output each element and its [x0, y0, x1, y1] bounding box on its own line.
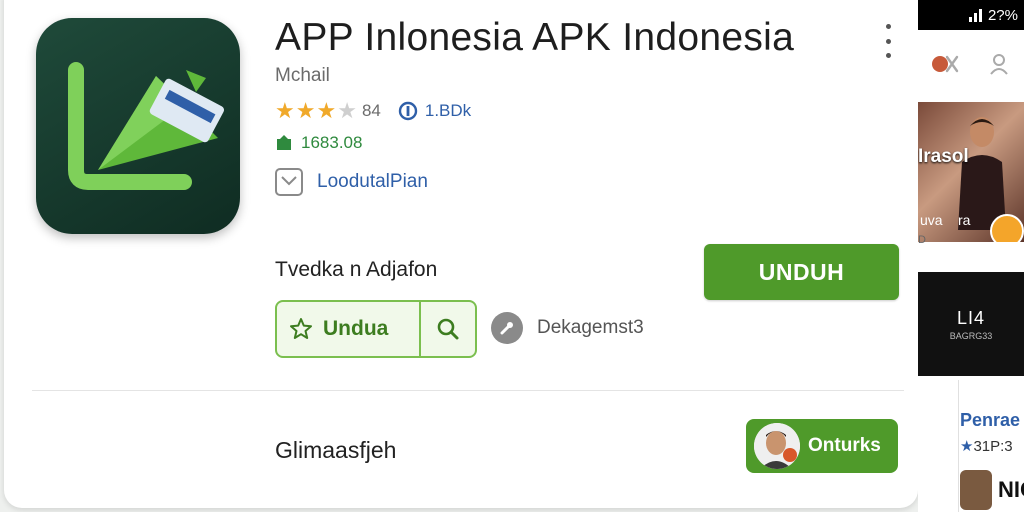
developer-link-text[interactable]: LoodutalPian	[317, 171, 428, 193]
search-icon	[437, 318, 459, 340]
signal-icon	[968, 8, 982, 22]
close-icon[interactable]	[931, 49, 961, 79]
screen: APP Inlonesia APK Indonesia Mchail ★★★★ …	[0, 0, 1024, 512]
download-count: 1.BDk	[397, 100, 471, 122]
more-options-icon[interactable]	[878, 24, 898, 58]
media-card[interactable]: LI4 BAGRG33	[918, 272, 1024, 376]
wrench-icon	[491, 312, 523, 344]
featured-title: Irasol	[918, 146, 969, 167]
status-bar: 2?%	[918, 0, 1024, 30]
featured-card[interactable]: Irasol uva ra	[918, 102, 1024, 242]
rating-row: ★★★★ 84 1.BDk	[275, 99, 471, 123]
featured-caption: D	[918, 234, 926, 246]
download-count-value: 1.BDk	[424, 101, 472, 120]
management-link[interactable]: Dekagemst3	[491, 312, 644, 344]
section-divider	[32, 390, 904, 391]
ratings-value-text: 31P:3	[973, 438, 1013, 455]
app-title: APP Inlonesia APK Indonesia	[275, 16, 795, 59]
star-icon: ★	[960, 438, 974, 455]
search-button[interactable]	[419, 302, 475, 356]
download-button[interactable]: UNDUH	[704, 244, 899, 300]
download-info-icon	[398, 101, 418, 121]
review-text: NIC	[998, 477, 1024, 502]
rating-value: 84	[361, 101, 381, 120]
app-subtitle: Tvedka n Adjafon	[275, 258, 438, 281]
developer-link[interactable]: LoodutalPian	[275, 168, 428, 196]
star-rating: ★★★★	[275, 98, 358, 123]
package-icon	[277, 135, 291, 150]
app-icon[interactable]	[36, 18, 240, 234]
wishlist-label: Undua	[323, 317, 389, 340]
media-card-title: LI4	[956, 307, 986, 328]
mail-icon	[275, 168, 303, 196]
ratings-title: Penrae	[960, 410, 1021, 430]
avatar	[754, 423, 800, 469]
media-card-subtitle: BAGRG33	[949, 330, 993, 341]
developer-name[interactable]: Mchail	[275, 65, 330, 87]
profile-button[interactable]: Onturks	[746, 419, 898, 473]
size-row: 1683.08	[275, 133, 362, 153]
featured-meta: uva	[920, 212, 943, 228]
app-size: 1683.08	[301, 133, 363, 152]
ratings-value: ★31P:3	[960, 437, 1013, 455]
wishlist-button[interactable]: Undua	[277, 302, 419, 356]
profile-button-label: Onturks	[808, 435, 881, 456]
star-outline-icon	[290, 318, 312, 339]
featured-meta-right: ra	[958, 212, 971, 228]
account-icon[interactable]	[987, 52, 1011, 76]
phone-preview: 2?% Irasol uva ra D LI4 BAGRG33 Penrae ★…	[918, 0, 1024, 512]
reviewer-avatar	[960, 470, 992, 510]
phone-divider	[958, 380, 959, 512]
review-item[interactable]: NIC	[960, 470, 1024, 510]
app-detail-card: APP Inlonesia APK Indonesia Mchail ★★★★ …	[4, 0, 918, 508]
action-group: Undua	[275, 300, 477, 358]
wallet-arrow-icon	[68, 62, 224, 190]
phone-top-bar	[918, 44, 1024, 84]
badge-icon	[990, 214, 1024, 242]
management-label: Dekagemst3	[537, 317, 644, 338]
section-title: Glimaasfjeh	[275, 437, 397, 463]
battery-status: 2?%	[987, 6, 1018, 24]
